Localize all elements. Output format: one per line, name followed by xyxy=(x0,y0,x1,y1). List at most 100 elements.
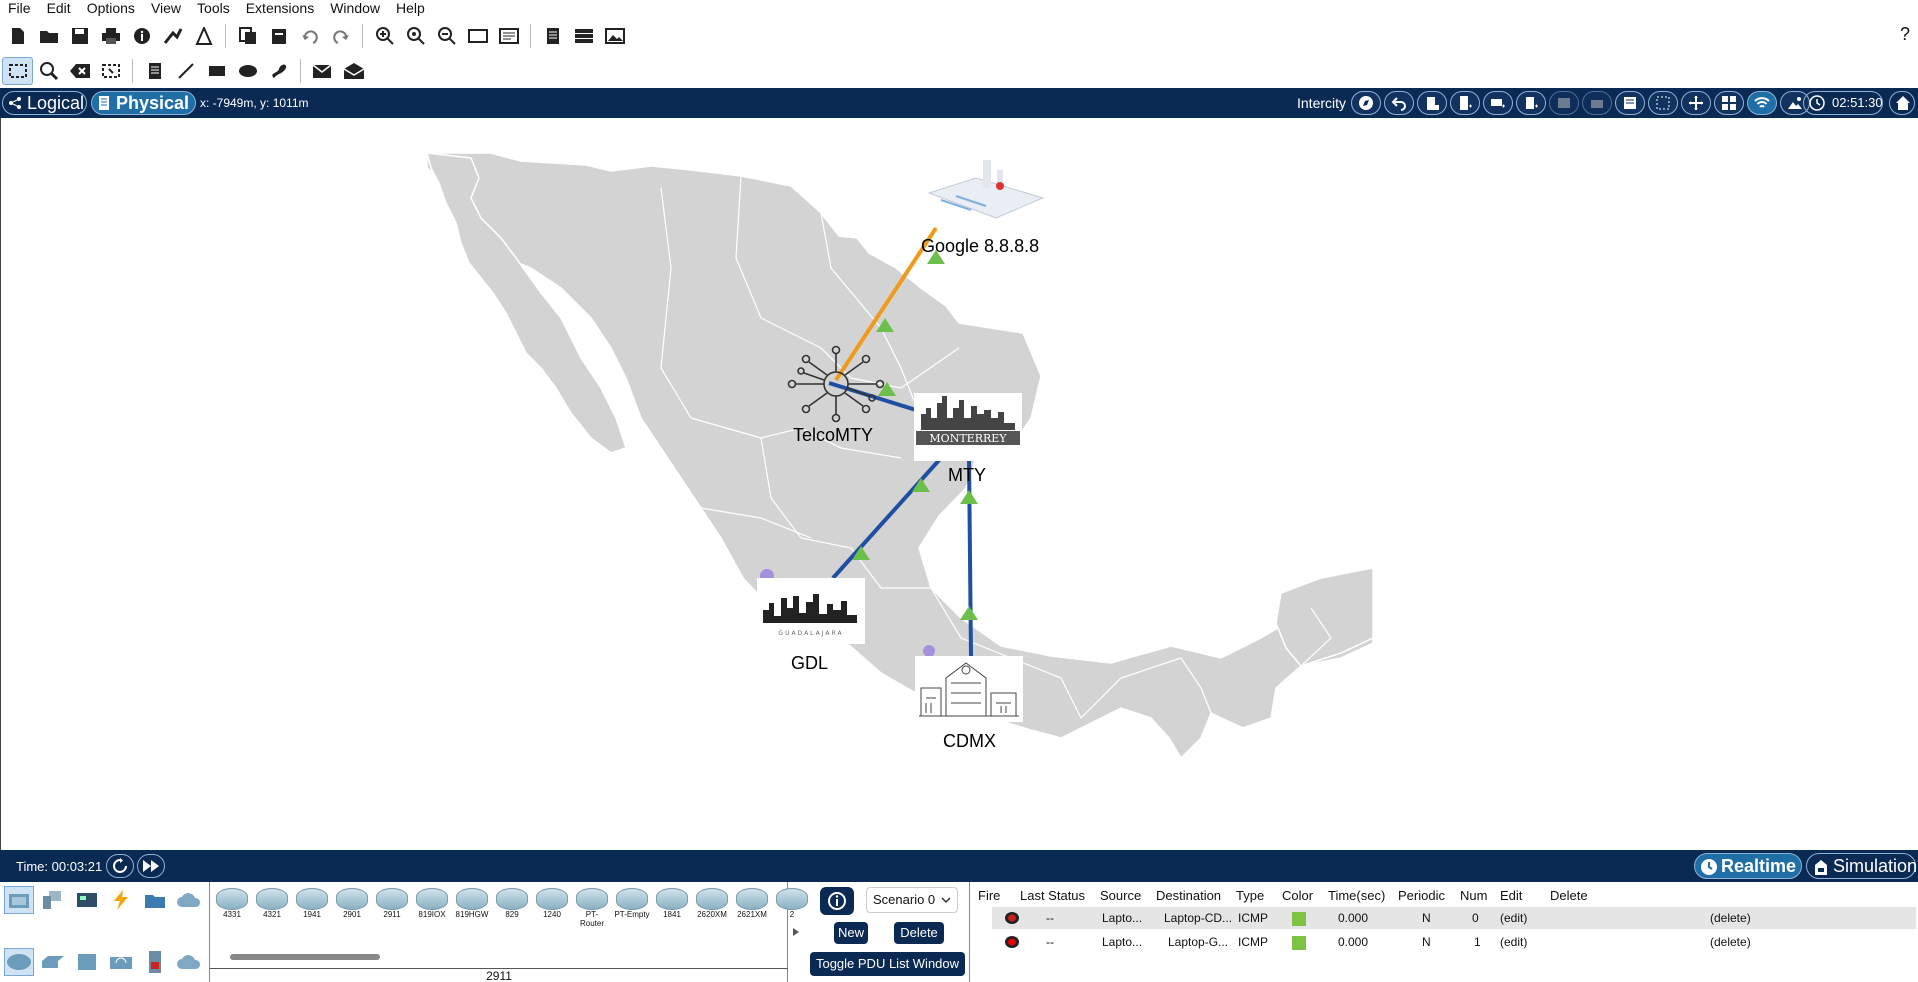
add-complex-pdu-icon[interactable] xyxy=(338,57,369,85)
new-multiuser-icon[interactable] xyxy=(1483,91,1513,115)
open-icon[interactable] xyxy=(33,22,64,50)
tab-logical[interactable]: Logical xyxy=(2,91,87,115)
menu-help[interactable]: Help xyxy=(388,0,433,17)
add-simple-pdu-icon[interactable] xyxy=(307,57,338,85)
new-building-icon[interactable] xyxy=(1417,91,1447,115)
wireless-icon[interactable] xyxy=(1747,91,1777,115)
notes-icon[interactable] xyxy=(537,22,568,50)
device-model-4331[interactable]: 4331 xyxy=(214,888,250,924)
custom-devices-dialog-icon[interactable] xyxy=(493,22,524,50)
category-end-devices[interactable] xyxy=(38,886,68,914)
subcategory-hubs[interactable] xyxy=(72,948,102,976)
place-note-icon[interactable] xyxy=(139,57,170,85)
device-label-telcomty[interactable]: TelcoMTY xyxy=(793,425,873,446)
redo-icon[interactable] xyxy=(325,22,356,50)
subcategory-switches[interactable] xyxy=(38,948,68,976)
line-icon[interactable] xyxy=(170,57,201,85)
new-rack-icon[interactable] xyxy=(1450,91,1480,115)
toggle-pdu-list-button[interactable]: Toggle PDU List Window xyxy=(810,952,965,976)
subcategory-wireless[interactable] xyxy=(106,948,136,976)
rectangle-icon[interactable] xyxy=(201,57,232,85)
pdu-edit-link[interactable]: (edit) xyxy=(1500,911,1527,925)
device-model-2620xm[interactable]: 2620XM xyxy=(694,888,730,924)
home-button[interactable] xyxy=(1889,91,1915,115)
simulation-mode-button[interactable]: Simulation xyxy=(1806,853,1917,879)
set-background-icon[interactable] xyxy=(1615,91,1645,115)
save-icon[interactable] xyxy=(64,22,95,50)
gdl-building-icon[interactable]: GUADALAJARA xyxy=(757,578,865,644)
link-mty-cdmx[interactable] xyxy=(967,457,973,657)
zoom-out-icon[interactable] xyxy=(431,22,462,50)
zoom-in-icon[interactable] xyxy=(369,22,400,50)
menu-edit[interactable]: Edit xyxy=(39,0,79,17)
copy-icon[interactable] xyxy=(232,22,263,50)
subcategory-wan-emulation[interactable] xyxy=(174,948,204,976)
device-model-2911[interactable]: 2911 xyxy=(374,888,410,924)
undo-icon[interactable] xyxy=(294,22,325,50)
device-model-2901[interactable]: 2901 xyxy=(334,888,370,924)
info-icon[interactable] xyxy=(126,22,157,50)
pdu-edit-link[interactable]: (edit) xyxy=(1500,935,1527,949)
resize-icon[interactable] xyxy=(95,57,126,85)
device-label-google[interactable]: Google 8.8.8.8 xyxy=(921,236,1039,257)
help-button[interactable]: ? xyxy=(1900,24,1910,45)
menu-window[interactable]: Window xyxy=(322,0,388,17)
drawing-palette-icon[interactable] xyxy=(462,22,493,50)
device-model-829[interactable]: 829 xyxy=(494,888,530,924)
device-model-819hgw[interactable]: 819HGW xyxy=(454,888,490,924)
view-icon[interactable] xyxy=(1714,91,1744,115)
fire-pdu-icon[interactable] xyxy=(1004,911,1020,925)
cdmx-building-icon[interactable] xyxy=(915,656,1023,722)
device-model-2621xm[interactable]: 2621XM xyxy=(734,888,770,924)
physical-workspace[interactable]: MONTERREY GUADALAJARA Google 8.8.8.8 Tel… xyxy=(0,118,1918,850)
device-model-1941[interactable]: 1941 xyxy=(294,888,330,924)
device-label-cdmx[interactable]: CDMX xyxy=(943,731,996,752)
pdu-row[interactable]: -- Lapto... Laptop-G... ICMP 0.000 N 1 (… xyxy=(992,931,1916,953)
pdu-delete-link[interactable]: (delete) xyxy=(1710,935,1751,949)
delete-scenario-button[interactable]: Delete xyxy=(894,922,944,944)
fast-forward-button[interactable] xyxy=(137,854,165,878)
device-model-4321[interactable]: 4321 xyxy=(254,888,290,924)
menu-view[interactable]: View xyxy=(143,0,189,17)
menu-tools[interactable]: Tools xyxy=(189,0,238,17)
category-components[interactable] xyxy=(72,886,102,914)
device-label-gdl[interactable]: GDL xyxy=(791,653,828,674)
category-miscellaneous[interactable] xyxy=(140,886,170,914)
category-multiuser[interactable] xyxy=(174,886,204,914)
pdu-row[interactable]: -- Lapto... Laptop-CD... ICMP 0.000 N 0 … xyxy=(992,907,1916,929)
category-network-devices[interactable] xyxy=(4,886,34,914)
paste-icon[interactable] xyxy=(263,22,294,50)
device-model-1240[interactable]: 1240 xyxy=(534,888,570,924)
image-icon[interactable] xyxy=(599,22,630,50)
new-container-icon[interactable] xyxy=(1516,91,1546,115)
tab-physical[interactable]: Physical xyxy=(91,91,196,115)
delete-icon[interactable] xyxy=(64,57,95,85)
mty-building-icon[interactable]: MONTERREY xyxy=(914,393,1022,461)
menu-extensions[interactable]: Extensions xyxy=(238,0,322,17)
device-model-pt-empty[interactable]: PT-Empty xyxy=(614,888,650,924)
category-connections[interactable] xyxy=(106,886,136,914)
print-icon[interactable] xyxy=(95,22,126,50)
scenario-info-button[interactable] xyxy=(820,887,854,915)
inspect-icon[interactable] xyxy=(33,57,64,85)
scenario-select[interactable]: Scenario 0 xyxy=(866,887,958,913)
new-disabled1-icon[interactable] xyxy=(1549,91,1579,115)
custom-device-icon[interactable] xyxy=(188,22,219,50)
subcategory-routers[interactable] xyxy=(4,948,34,976)
select-icon[interactable] xyxy=(2,57,33,85)
subcategory-security[interactable] xyxy=(140,948,170,976)
ellipse-icon[interactable] xyxy=(232,57,263,85)
zoom-reset-icon[interactable] xyxy=(400,22,431,50)
fire-pdu-icon[interactable] xyxy=(1004,935,1020,949)
menu-file[interactable]: File xyxy=(0,0,39,17)
back-icon[interactable] xyxy=(1384,91,1414,115)
new-icon[interactable] xyxy=(2,22,33,50)
freeform-icon[interactable] xyxy=(263,57,294,85)
realtime-mode-button[interactable]: Realtime xyxy=(1694,853,1802,879)
power-cycle-button[interactable] xyxy=(106,854,134,878)
device-model-819iox[interactable]: 819IOX xyxy=(414,888,450,924)
google-building-icon[interactable] xyxy=(927,160,1045,219)
new-scenario-button[interactable]: New xyxy=(834,922,868,944)
model-list-scrollbar[interactable] xyxy=(230,954,380,960)
pdu-delete-link[interactable]: (delete) xyxy=(1710,911,1751,925)
